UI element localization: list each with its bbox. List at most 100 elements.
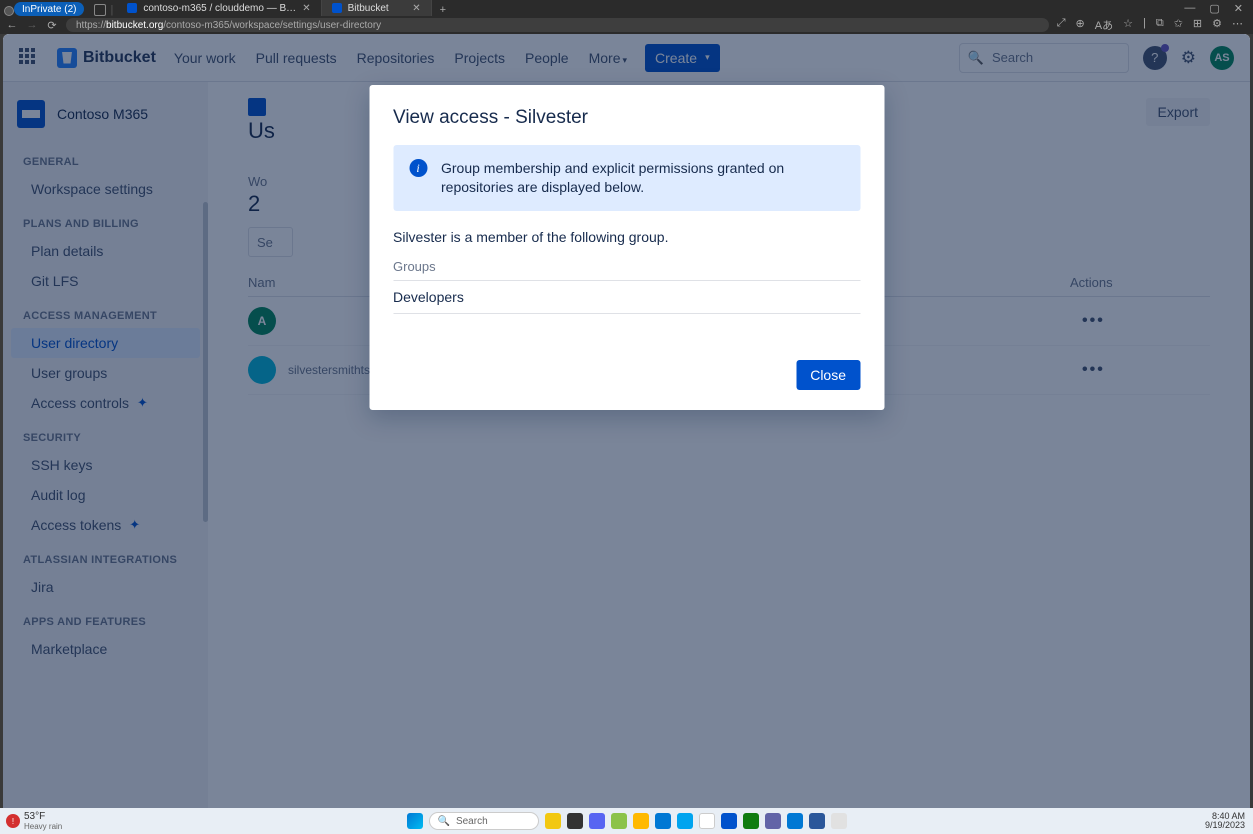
sidebar-section-apps: APPS AND FEATURES [3,616,208,634]
windows-taskbar: ! 53°F Heavy rain 🔍 Search 8:40 AM 9/19/… [0,808,1253,834]
taskbar-app-icon[interactable] [567,813,583,829]
close-button[interactable]: Close [796,360,860,390]
nav-projects[interactable]: Projects [454,50,505,66]
row-actions-button[interactable]: ••• [1070,312,1210,330]
nav-people[interactable]: People [525,50,569,66]
tab-close-icon[interactable]: ✕ [302,3,310,14]
browser-reload-icon[interactable]: ⟳ [46,19,58,32]
addr-icon[interactable]: ⧉ [1156,17,1164,33]
search-input[interactable]: 🔍 Search [959,43,1129,73]
sidebar-item-audit-log[interactable]: Audit log [11,480,200,510]
addr-icon[interactable]: ✩ [1174,17,1183,33]
sidebar-item-workspace-settings[interactable]: Workspace settings [11,174,200,204]
tabs-overview-icon[interactable] [94,4,106,16]
settings-icon[interactable]: ⚙ [1181,48,1196,68]
create-button[interactable]: Create ▾ [645,44,720,72]
user-avatar[interactable]: AS [1210,46,1234,70]
bitbucket-logo[interactable]: Bitbucket [57,48,156,68]
addr-icon[interactable]: ⋯ [1232,17,1243,33]
nav-your-work[interactable]: Your work [174,50,236,66]
taskbar-app-icon[interactable] [743,813,759,829]
search-icon: 🔍 [438,816,450,827]
taskbar-app-icon[interactable] [633,813,649,829]
addr-icon[interactable]: ☆ [1123,17,1133,33]
tab-close-icon[interactable]: ✕ [412,3,420,14]
workspace-icon [248,98,266,116]
sparkle-icon: ✦ [129,517,140,533]
url-host: bitbucket.org [106,20,163,31]
bitbucket-logo-icon [57,48,77,68]
sidebar-item-access-controls[interactable]: Access controls ✦ [11,388,200,418]
help-icon[interactable]: ? [1143,46,1167,70]
sparkle-icon: ✦ [137,395,148,411]
modal-title: View access - Silvester [393,107,860,129]
sidebar-item-user-groups[interactable]: User groups [11,358,200,388]
weather-temp: 53°F [24,811,62,822]
window-close-icon[interactable]: ✕ [1234,2,1243,15]
window-minimize-icon[interactable]: — [1184,2,1195,15]
inprivate-badge: InPrivate (2) [14,2,84,16]
browser-tab-0[interactable]: contoso-m365 / clouddemo — B… ✕ [117,0,321,16]
chevron-down-icon: ▾ [623,55,628,65]
sidebar-section-access: ACCESS MANAGEMENT [3,310,208,328]
start-icon[interactable] [407,813,423,829]
new-tab-button[interactable]: + [432,4,454,16]
taskbar-app-icon[interactable] [831,813,847,829]
taskbar-app-icon[interactable] [545,813,561,829]
url-path: /contoso-m365/workspace/settings/user-di… [163,20,381,31]
info-icon: i [409,159,427,177]
top-nav: Bitbucket Your work Pull requests Reposi… [3,34,1250,82]
addr-icon[interactable]: ⚙ [1212,17,1222,33]
taskbar-app-icon[interactable] [677,813,693,829]
addr-icon[interactable]: ⊞ [1193,17,1202,33]
sidebar-item-user-directory[interactable]: User directory [11,328,200,358]
member-text: Silvester is a member of the following g… [393,229,860,245]
sidebar-item-access-tokens[interactable]: Access tokens ✦ [11,510,200,540]
addr-sep: | [1143,17,1146,33]
row-actions-button[interactable]: ••• [1070,361,1210,379]
taskbar-app-icon[interactable] [655,813,671,829]
sidebar-item-ssh-keys[interactable]: SSH keys [11,450,200,480]
browser-back-icon[interactable]: ← [6,19,18,31]
nav-repositories[interactable]: Repositories [357,50,435,66]
sidebar-section-plans: PLANS AND BILLING [3,218,208,236]
addr-icon[interactable]: ⊕ [1076,17,1085,33]
taskbar-app-icon[interactable] [787,813,803,829]
taskbar-weather[interactable]: ! 53°F Heavy rain [0,811,62,831]
filter-input[interactable]: Se [248,227,293,257]
app-switcher-icon[interactable] [19,48,39,68]
sidebar-scrollbar[interactable] [203,202,208,522]
sidebar-item-marketplace[interactable]: Marketplace [11,634,200,664]
address-bar[interactable]: https:// bitbucket.org /contoso-m365/wor… [66,18,1049,32]
taskbar-search[interactable]: 🔍 Search [429,812,539,830]
nav-pull-requests[interactable]: Pull requests [256,50,337,66]
sidebar-item-git-lfs[interactable]: Git LFS [11,266,200,296]
sidebar-section-security: SECURITY [3,432,208,450]
weather-cond: Heavy rain [24,822,62,831]
taskbar-app-icon[interactable] [765,813,781,829]
user-avatar-icon [248,356,276,384]
sidebar-section-general: GENERAL [3,156,208,174]
sidebar-item-jira[interactable]: Jira [11,572,200,602]
taskbar-app-icon[interactable] [611,813,627,829]
taskbar-app-icon[interactable] [589,813,605,829]
view-access-modal: View access - Silvester i Group membersh… [369,85,884,410]
user-avatar-icon: A [248,307,276,335]
weather-alert-icon: ! [6,814,20,828]
addr-icon[interactable]: ⤢ [1057,17,1066,33]
url-scheme: https:// [76,20,106,31]
window-maximize-icon[interactable]: ▢ [1209,2,1219,15]
export-button[interactable]: Export [1146,98,1210,126]
group-row: Developers [393,281,860,314]
taskbar-app-icon[interactable] [721,813,737,829]
nav-more[interactable]: More▾ [589,50,627,66]
taskbar-app-icon[interactable] [809,813,825,829]
column-actions: Actions [1070,275,1210,290]
workspace-header[interactable]: Contoso M365 [3,100,208,146]
taskbar-app-icon[interactable] [699,813,715,829]
sidebar-item-plan-details[interactable]: Plan details [11,236,200,266]
sidebar: Contoso M365 GENERAL Workspace settings … [3,82,208,808]
browser-tab-1[interactable]: Bitbucket ✕ [322,0,432,16]
system-tray[interactable]: 8:40 AM 9/19/2023 [1205,812,1253,830]
addr-icon[interactable]: Aあ [1095,17,1113,33]
